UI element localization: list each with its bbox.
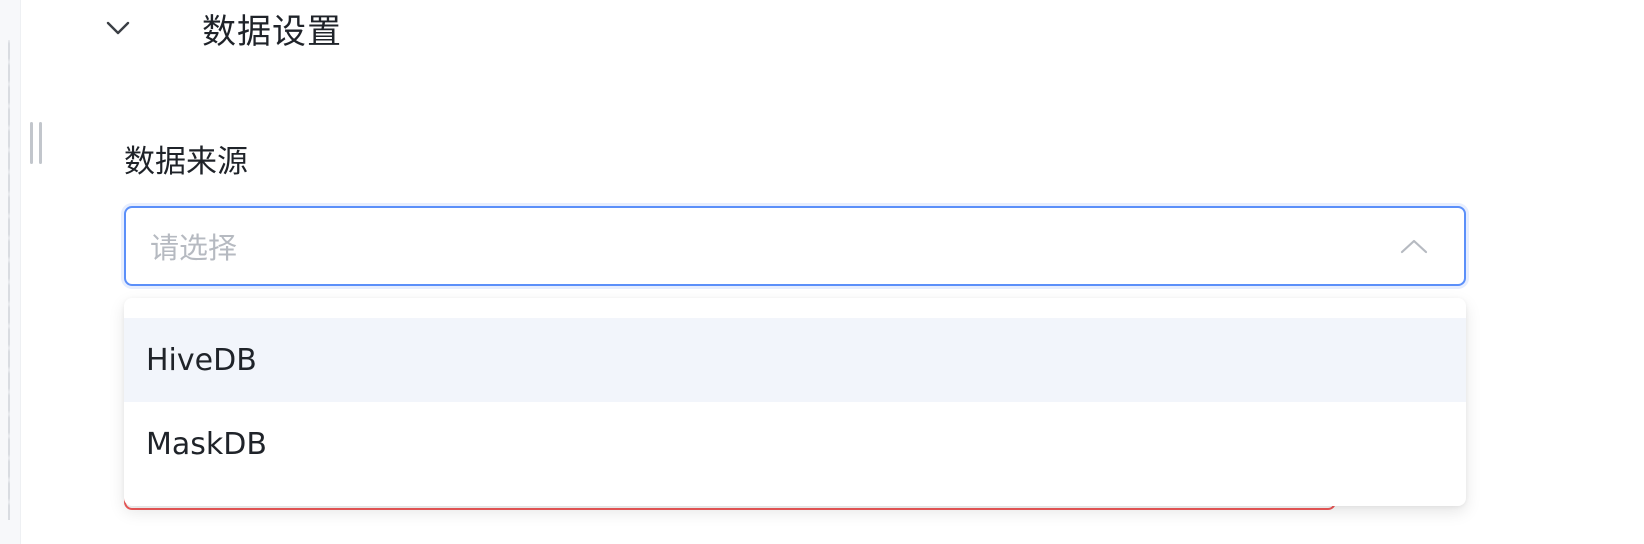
section-title: 数据设置 (202, 11, 342, 52)
drag-handle-bar (30, 122, 33, 164)
page: 数据设置 数据来源 请选择 HiveDB MaskDB (0, 0, 1644, 544)
drag-handle[interactable] (30, 122, 46, 164)
select-placeholder: 请选择 (150, 231, 238, 265)
option-maskdb[interactable]: MaskDB (124, 402, 1466, 486)
ruler-dots (8, 40, 10, 520)
field-label: 数据来源 (124, 144, 248, 180)
drag-handle-bar (39, 122, 42, 164)
section-header-data-settings[interactable]: 数据设置 (104, 4, 342, 52)
select-dropdown: HiveDB MaskDB (124, 298, 1466, 506)
option-hivedb[interactable]: HiveDB (124, 318, 1466, 402)
canvas-edge (0, 0, 21, 544)
chevron-down-icon[interactable] (104, 14, 132, 42)
data-source-select[interactable]: 请选择 (124, 206, 1466, 286)
chevron-up-icon[interactable] (1394, 226, 1434, 266)
